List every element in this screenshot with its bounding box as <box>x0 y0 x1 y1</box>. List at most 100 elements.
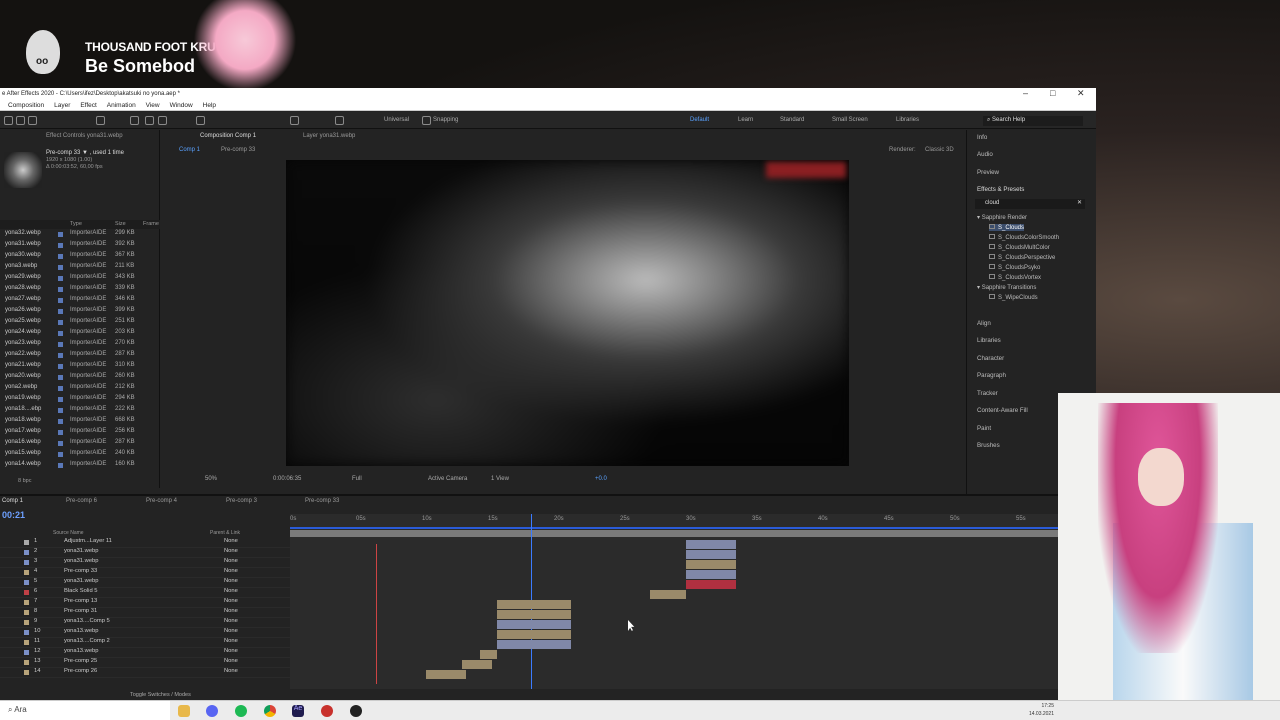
layer-label-color[interactable] <box>24 660 29 665</box>
project-item[interactable]: yona18.webp ImporterAIDE 668 KB <box>0 417 160 428</box>
close-icon[interactable]: ✕ <box>1077 88 1085 99</box>
timeline-layer-row[interactable]: 5 yona31.webp None <box>0 578 290 588</box>
timeline-layer-row[interactable]: 2 yona31.webp None <box>0 548 290 558</box>
panel-character[interactable]: Character <box>977 355 1004 362</box>
toggle-switches-modes[interactable]: Toggle Switches / Modes <box>130 692 191 698</box>
effects-search-input[interactable]: cloud ✕ <box>975 199 1085 209</box>
spotify-icon[interactable] <box>235 705 247 717</box>
snapping-label[interactable]: Snapping <box>433 117 458 123</box>
timeline-tab[interactable]: Pre-comp 6 <box>66 498 97 504</box>
maximize-icon[interactable]: □ <box>1050 88 1055 98</box>
project-item[interactable]: yona32.webp ImporterAIDE 299 KB <box>0 230 160 241</box>
fx-item[interactable]: S_CloudsMultColor <box>989 244 1050 251</box>
timeline-tab[interactable]: Comp 1 <box>2 498 23 504</box>
layer-bar[interactable] <box>480 650 497 659</box>
project-item[interactable]: yona26.webp ImporterAIDE 399 KB <box>0 307 160 318</box>
layer-label-color[interactable] <box>24 670 29 675</box>
layer-name[interactable]: Pre-comp 25 <box>64 658 97 664</box>
parent-select[interactable]: None <box>224 638 238 644</box>
bit-depth[interactable]: 8 bpc <box>18 478 31 484</box>
panel-effects-presets[interactable]: Effects & Presets <box>977 186 1024 193</box>
workspace-small-screen[interactable]: Small Screen <box>832 117 868 123</box>
effect-controls-tab[interactable]: Effect Controls yona31.webp <box>46 133 123 139</box>
menu-view[interactable]: View <box>146 102 160 109</box>
workspace-standard[interactable]: Standard <box>780 117 804 123</box>
comp-subtab-2[interactable]: Pre-comp 33 <box>221 147 255 153</box>
zoom-tool-icon[interactable] <box>28 116 37 125</box>
minimize-icon[interactable]: – <box>1023 88 1028 98</box>
parent-select[interactable]: None <box>224 538 238 544</box>
layer-bar[interactable] <box>497 610 571 619</box>
menu-layer[interactable]: Layer <box>54 102 70 109</box>
layer-bar[interactable] <box>497 620 571 629</box>
chrome-icon[interactable] <box>264 705 276 717</box>
panel-preview[interactable]: Preview <box>977 169 999 176</box>
workspace-default[interactable]: Default <box>690 117 709 123</box>
camera-select[interactable]: Active Camera <box>428 476 467 482</box>
layer-name[interactable]: yona13....Comp 2 <box>64 638 110 644</box>
timeline-layer-row[interactable]: 4 Pre-comp 33 None <box>0 568 290 578</box>
current-time[interactable]: 0:00:06:35 <box>273 476 301 482</box>
project-item[interactable]: yona18....ebp ImporterAIDE 222 KB <box>0 406 160 417</box>
project-item[interactable]: yona19.webp ImporterAIDE 294 KB <box>0 395 160 406</box>
tab-layer[interactable]: Layer yona31.webp <box>303 133 355 139</box>
panel-content-aware-fill[interactable]: Content-Aware Fill <box>977 407 1028 414</box>
fx-item[interactable]: S_WipeClouds <box>989 294 1038 301</box>
layer-bar[interactable] <box>686 580 736 589</box>
panel-brushes[interactable]: Brushes <box>977 442 1000 449</box>
exposure-value[interactable]: +0.0 <box>595 476 607 482</box>
parent-select[interactable]: None <box>224 598 238 604</box>
brush-tool-icon[interactable] <box>196 116 205 125</box>
workspace-libraries[interactable]: Libraries <box>896 117 919 123</box>
parent-select[interactable]: None <box>224 608 238 614</box>
panel-info[interactable]: Info <box>977 134 987 141</box>
after-effects-icon[interactable]: Ae <box>292 705 304 717</box>
type-tool-icon[interactable] <box>158 116 167 125</box>
timeline-layer-row[interactable]: 9 yona13....Comp 5 None <box>0 618 290 628</box>
project-item[interactable]: yona24.webp ImporterAIDE 203 KB <box>0 329 160 340</box>
layer-name[interactable]: yona31.webp <box>64 548 99 554</box>
layer-name[interactable]: Adjustm...Layer 11 <box>64 538 112 544</box>
fx-group-render[interactable]: ▾ Sapphire Render <box>977 214 1027 221</box>
timeline-layer-row[interactable]: 8 Pre-comp 31 None <box>0 608 290 618</box>
view-layout-select[interactable]: 1 View <box>491 476 509 482</box>
project-item[interactable]: yona16.webp ImporterAIDE 287 KB <box>0 439 160 450</box>
layer-name[interactable]: yona13.webp <box>64 648 99 654</box>
file-explorer-icon[interactable] <box>178 705 190 717</box>
axis-icon[interactable] <box>290 116 299 125</box>
project-item[interactable]: yona30.webp ImporterAIDE 367 KB <box>0 252 160 263</box>
project-item[interactable]: yona28.webp ImporterAIDE 339 KB <box>0 285 160 296</box>
layer-bar[interactable] <box>497 600 571 609</box>
project-item[interactable]: yona2.webp ImporterAIDE 212 KB <box>0 384 160 395</box>
parent-select[interactable]: None <box>224 578 238 584</box>
layer-label-color[interactable] <box>24 550 29 555</box>
parent-select[interactable]: None <box>224 648 238 654</box>
zoom-level[interactable]: 50% <box>205 476 217 482</box>
renderer-value[interactable]: Classic 3D <box>925 147 954 153</box>
layer-name[interactable]: Black Solid 5 <box>64 588 98 594</box>
layer-label-color[interactable] <box>24 540 29 545</box>
parent-select[interactable]: None <box>224 548 238 554</box>
timeline-tab[interactable]: Pre-comp 3 <box>226 498 257 504</box>
layer-label-color[interactable] <box>24 620 29 625</box>
layer-bar[interactable] <box>497 640 571 649</box>
layer-name[interactable]: yona13.webp <box>64 628 99 634</box>
layer-bar[interactable] <box>426 670 466 679</box>
parent-select[interactable]: None <box>224 618 238 624</box>
hand-tool-icon[interactable] <box>16 116 25 125</box>
fx-item[interactable]: S_Clouds <box>989 224 1025 231</box>
layer-label-color[interactable] <box>24 600 29 605</box>
comp-subtab-1[interactable]: Comp 1 <box>179 147 200 153</box>
timeline-layer-row[interactable]: 7 Pre-comp 13 None <box>0 598 290 608</box>
parent-select[interactable]: None <box>224 658 238 664</box>
project-item[interactable]: yona14.webp ImporterAIDE 160 KB <box>0 461 160 472</box>
project-item[interactable]: yona21.webp ImporterAIDE 310 KB <box>0 362 160 373</box>
timeline-layer-row[interactable]: 14 Pre-comp 26 None <box>0 668 290 678</box>
rectangle-tool-icon[interactable] <box>130 116 139 125</box>
parent-select[interactable]: None <box>224 588 238 594</box>
timeline-tab[interactable]: Pre-comp 4 <box>146 498 177 504</box>
resolution-select[interactable]: Full <box>352 476 362 482</box>
timeline-layer-row[interactable]: 6 Black Solid 5 None <box>0 588 290 598</box>
timeline-timecode[interactable]: 00:21 <box>2 510 25 520</box>
project-item[interactable]: yona22.webp ImporterAIDE 287 KB <box>0 351 160 362</box>
